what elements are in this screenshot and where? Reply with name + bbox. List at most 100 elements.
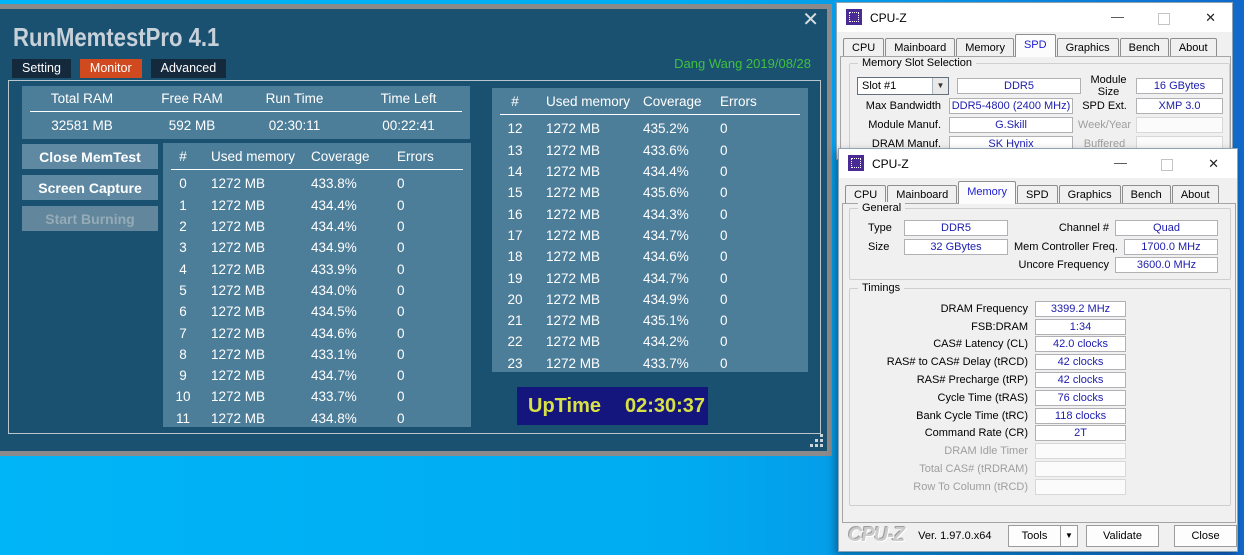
spd-ext-field: XMP 3.0 [1136,98,1223,114]
field-value: Quad [1115,220,1218,236]
table-cell: 434.7% [635,228,712,243]
titlebar[interactable]: CPU-Z — ✕ [837,3,1232,32]
table-cell: 1272 MB [538,143,635,158]
tools-button[interactable]: Tools [1008,525,1061,547]
memtest-window: RunMemtestPro 4.1 ✕ SettingMonitorAdvanc… [0,4,832,456]
field-label: DRAM Frequency [856,303,1035,315]
table-cell: 433.9% [303,262,389,277]
memory-slot-select[interactable]: Slot #1 ▼ [857,77,949,95]
table-cell: 1 [163,198,203,213]
table-cell: 0 [389,262,471,277]
table-header: #Used memoryCoverageErrors [492,91,808,112]
table-cell: 11 [163,411,203,426]
tab-bench[interactable]: Bench [1122,185,1171,205]
table-row: 91272 MB434.7%0 [163,365,471,386]
tab-memory[interactable]: Memory [956,38,1014,58]
field-row: DRAM Idle Timer [856,442,1126,460]
field-value: 1700.0 MHz [1124,239,1218,255]
table-cell: 0 [712,292,808,307]
table-cell: 16 [492,207,538,222]
divider [171,169,463,170]
table-cell: 1272 MB [203,176,303,191]
selected-slot: Slot #1 [858,80,932,92]
field-row: Size32 GBytes [856,238,1014,257]
table-cell: 0 [389,304,471,319]
tab-graphics[interactable]: Graphics [1059,185,1121,205]
general-left-fields: TypeDDR5Size32 GBytes [856,219,1014,256]
table-cell: 433.1% [303,347,389,362]
titlebar[interactable]: CPU-Z — ✕ [839,149,1237,178]
table-cell: 0 [389,368,471,383]
table-cell: 1272 MB [538,185,635,200]
maximize-icon[interactable] [1158,13,1170,25]
tab-advanced[interactable]: Advanced [151,59,227,78]
table-cell: 0 [712,164,808,179]
close-memtest-button[interactable]: Close MemTest [22,144,158,169]
general-group: General TypeDDR5Size32 GBytes Channel #Q… [849,208,1231,280]
table-cell: 0 [712,121,808,136]
memtest-tab-bar: Setting Monitor Advanced [12,59,235,78]
table-cell: 434.7% [303,368,389,383]
tab-setting[interactable]: Setting [12,59,71,78]
tab-monitor[interactable]: Monitor [80,59,142,78]
uptime-box: UpTime 02:30:37 [517,387,708,425]
window-title: CPU-Z [870,11,907,25]
start-burning-button: Start Burning [22,206,158,231]
tab-graphics[interactable]: Graphics [1057,38,1119,58]
field-row: CAS# Latency (CL)42.0 clocks [856,336,1126,354]
field-value: 2T [1035,425,1126,441]
resize-grip[interactable] [810,434,824,448]
table-cell: 1272 MB [538,271,635,286]
cpuz-memory-window: CPU-Z — ✕ CPUMainboardMemorySPDGraphicsB… [838,148,1238,552]
tab-about[interactable]: About [1170,38,1217,58]
summary-table: Total RAMFree RAMRun TimeTime Left 32581… [22,86,470,139]
table-row: 41272 MB433.9%0 [163,258,471,279]
cpuz-spd-window: CPU-Z — ✕ CPUMainboardMemorySPDGraphicsB… [836,2,1233,160]
table-cell: 1272 MB [203,326,303,341]
close-icon[interactable]: ✕ [1205,10,1216,26]
close-icon[interactable]: ✕ [802,9,819,31]
group-title: Memory Slot Selection [858,57,976,69]
tab-mainboard[interactable]: Mainboard [885,38,955,58]
minimize-icon[interactable]: — [1114,155,1127,170]
field-value: 42 clocks [1035,372,1126,388]
table-cell: 1272 MB [203,347,303,362]
tab-spd[interactable]: SPD [1017,185,1058,205]
tools-dropdown-arrow-icon[interactable]: ▼ [1060,525,1078,547]
table-cell: 0 [389,283,471,298]
table-row: 21272 MB434.4%0 [163,216,471,237]
max-bandwidth-field: DDR5-4800 (2400 MHz) [949,98,1073,114]
table-row: 61272 MB434.5%0 [163,301,471,322]
table-cell: 434.9% [303,240,389,255]
tab-about[interactable]: About [1172,185,1219,205]
field-value: 76 clocks [1035,390,1126,406]
cpuz-app-icon [848,155,864,171]
window-title: CPU-Z [872,157,909,171]
tab-spd[interactable]: SPD [1015,34,1056,57]
close-button[interactable]: Close [1174,525,1237,547]
table-cell: 0 [389,198,471,213]
maximize-icon[interactable] [1161,159,1173,171]
table-row: 201272 MB434.9%0 [492,289,808,310]
cpuz-app-icon [846,9,862,25]
uptime-label: UpTime [528,395,601,418]
tab-cpu[interactable]: CPU [843,38,884,58]
divider [30,111,462,112]
memtest-table-right: #Used memoryCoverageErrors 121272 MB435.… [492,88,808,372]
module-size-label: Module Size [1081,74,1136,98]
table-cell: 7 [163,326,203,341]
screen-capture-button[interactable]: Screen Capture [22,175,158,200]
table-cell: 20 [492,292,538,307]
table-cell: Errors [712,94,808,109]
table-cell: 434.8% [303,411,389,426]
close-icon[interactable]: ✕ [1208,156,1219,172]
minimize-icon[interactable]: — [1111,9,1124,24]
tab-memory[interactable]: Memory [958,181,1016,204]
table-cell: 434.4% [303,198,389,213]
field-row: Cycle Time (tRAS)76 clocks [856,389,1126,407]
table-cell: 434.5% [303,304,389,319]
table-cell: Free RAM [142,91,242,106]
field-value: 1:34 [1035,319,1126,335]
validate-button[interactable]: Validate [1086,525,1159,547]
tab-bench[interactable]: Bench [1120,38,1169,58]
